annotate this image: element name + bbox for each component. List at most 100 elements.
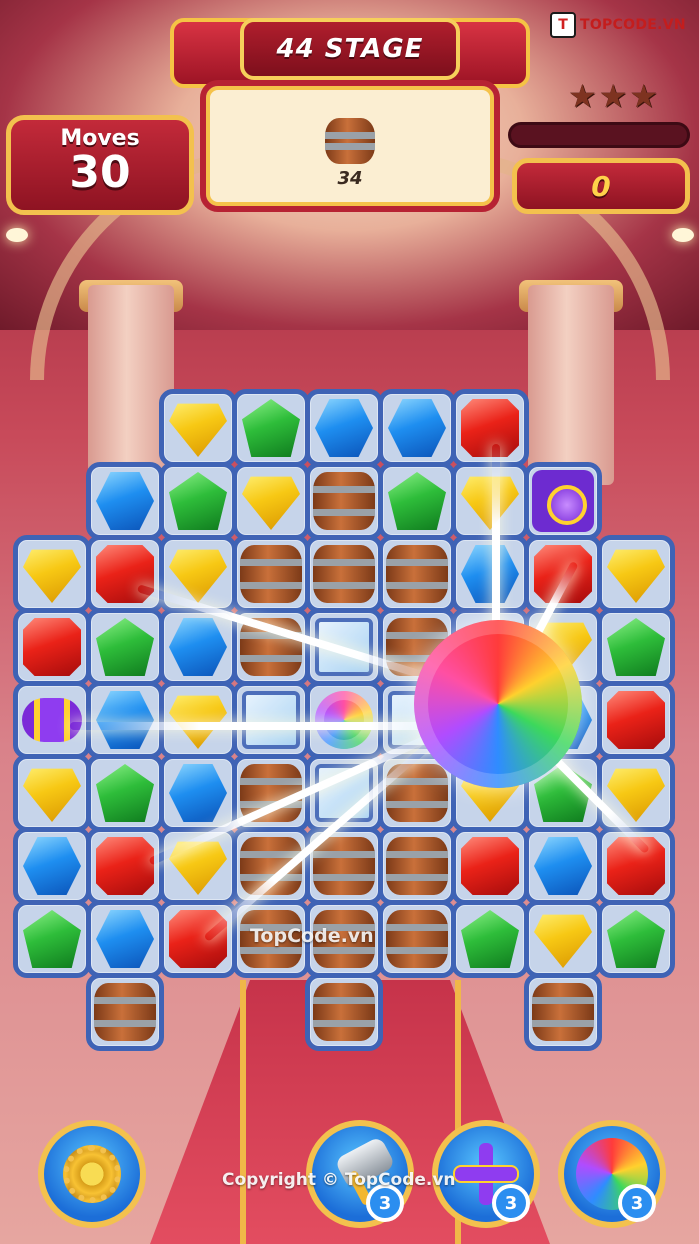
cell-background bbox=[530, 468, 596, 534]
board-cell[interactable] bbox=[309, 977, 379, 1047]
board-cell[interactable] bbox=[382, 904, 452, 974]
board-cell[interactable] bbox=[528, 539, 598, 609]
board-cell[interactable] bbox=[90, 977, 160, 1047]
board-cell[interactable] bbox=[236, 539, 306, 609]
cell-background bbox=[92, 760, 158, 826]
board-cell[interactable] bbox=[455, 831, 525, 901]
board-cell[interactable] bbox=[163, 904, 233, 974]
yellow-gem-icon bbox=[169, 695, 227, 749]
board-cell[interactable] bbox=[163, 685, 233, 755]
board-cell[interactable] bbox=[528, 466, 598, 536]
yellow-gem-icon bbox=[169, 549, 227, 603]
yellow-gem-icon bbox=[23, 768, 81, 822]
rocket-icon bbox=[22, 698, 82, 742]
board-cell[interactable] bbox=[455, 466, 525, 536]
yellow-gem-icon bbox=[169, 403, 227, 457]
settings-button[interactable] bbox=[38, 1120, 146, 1228]
cell-background bbox=[311, 541, 377, 607]
board-cell[interactable] bbox=[528, 904, 598, 974]
board-cell[interactable] bbox=[382, 758, 452, 828]
green-gem-icon bbox=[388, 472, 446, 530]
green-gem-icon bbox=[23, 910, 81, 968]
cell-background bbox=[457, 906, 523, 972]
yellow-gem-icon bbox=[461, 476, 519, 530]
board-cell[interactable] bbox=[455, 904, 525, 974]
blue-gem-icon bbox=[534, 837, 592, 895]
cell-background bbox=[457, 468, 523, 534]
red-gem-icon bbox=[461, 399, 519, 457]
board-cell[interactable] bbox=[90, 758, 160, 828]
game-board bbox=[0, 0, 699, 1244]
cell-background bbox=[165, 395, 231, 461]
board-cell[interactable] bbox=[17, 758, 87, 828]
board-cell[interactable] bbox=[17, 685, 87, 755]
board-cell[interactable] bbox=[90, 612, 160, 682]
board-cell[interactable] bbox=[90, 466, 160, 536]
cell-background bbox=[92, 687, 158, 753]
cell-background bbox=[384, 906, 450, 972]
blue-gem-icon bbox=[96, 691, 154, 749]
cell-background bbox=[19, 541, 85, 607]
board-cell[interactable] bbox=[90, 831, 160, 901]
cell-background bbox=[457, 541, 523, 607]
board-cell[interactable] bbox=[382, 831, 452, 901]
board-cell[interactable] bbox=[601, 685, 671, 755]
green-gem-icon bbox=[607, 910, 665, 968]
cell-background bbox=[457, 833, 523, 899]
board-cell[interactable] bbox=[528, 977, 598, 1047]
board-cell[interactable] bbox=[455, 393, 525, 463]
board-cell[interactable] bbox=[17, 904, 87, 974]
watermark: TopCode.vn bbox=[250, 925, 374, 947]
board-cell[interactable] bbox=[163, 612, 233, 682]
board-cell[interactable] bbox=[163, 393, 233, 463]
board-cell[interactable] bbox=[17, 612, 87, 682]
color-ball-booster-button[interactable]: 3 bbox=[558, 1120, 666, 1228]
cell-background bbox=[603, 541, 669, 607]
cell-background bbox=[238, 687, 304, 753]
board-cell[interactable] bbox=[382, 539, 452, 609]
barrel-icon bbox=[313, 837, 375, 895]
cell-background bbox=[238, 468, 304, 534]
blue-gem-icon bbox=[388, 399, 446, 457]
barrel-icon bbox=[240, 545, 302, 603]
green-gem-icon bbox=[242, 399, 300, 457]
cell-background bbox=[311, 395, 377, 461]
barrel-icon bbox=[532, 983, 594, 1041]
board-cell[interactable] bbox=[309, 466, 379, 536]
board-cell[interactable] bbox=[528, 831, 598, 901]
red-gem-icon bbox=[96, 837, 154, 895]
board-cell[interactable] bbox=[309, 539, 379, 609]
green-gem-icon bbox=[461, 910, 519, 968]
green-gem-icon bbox=[96, 618, 154, 676]
cell-background bbox=[311, 979, 377, 1045]
board-cell[interactable] bbox=[90, 904, 160, 974]
board-cell[interactable] bbox=[382, 466, 452, 536]
board-cell[interactable] bbox=[455, 539, 525, 609]
cell-background bbox=[384, 395, 450, 461]
cell-background bbox=[311, 468, 377, 534]
board-cell[interactable] bbox=[309, 685, 379, 755]
board-cell[interactable] bbox=[382, 393, 452, 463]
board-cell[interactable] bbox=[236, 685, 306, 755]
board-cell[interactable] bbox=[163, 466, 233, 536]
board-cell[interactable] bbox=[90, 539, 160, 609]
board-cell[interactable] bbox=[90, 685, 160, 755]
cell-background bbox=[92, 468, 158, 534]
board-cell[interactable] bbox=[601, 904, 671, 974]
yellow-gem-icon bbox=[242, 476, 300, 530]
blue-gem-icon bbox=[461, 545, 519, 603]
board-cell[interactable] bbox=[17, 831, 87, 901]
board-cell[interactable] bbox=[236, 466, 306, 536]
blue-gem-icon bbox=[315, 399, 373, 457]
board-cell[interactable] bbox=[601, 612, 671, 682]
board-cell[interactable] bbox=[236, 393, 306, 463]
cell-background bbox=[92, 979, 158, 1045]
board-cell[interactable] bbox=[17, 539, 87, 609]
cell-background bbox=[165, 687, 231, 753]
board-cell[interactable] bbox=[309, 393, 379, 463]
cell-background bbox=[92, 541, 158, 607]
board-cell[interactable] bbox=[163, 758, 233, 828]
cell-background bbox=[238, 395, 304, 461]
board-cell[interactable] bbox=[601, 539, 671, 609]
cell-background bbox=[603, 687, 669, 753]
